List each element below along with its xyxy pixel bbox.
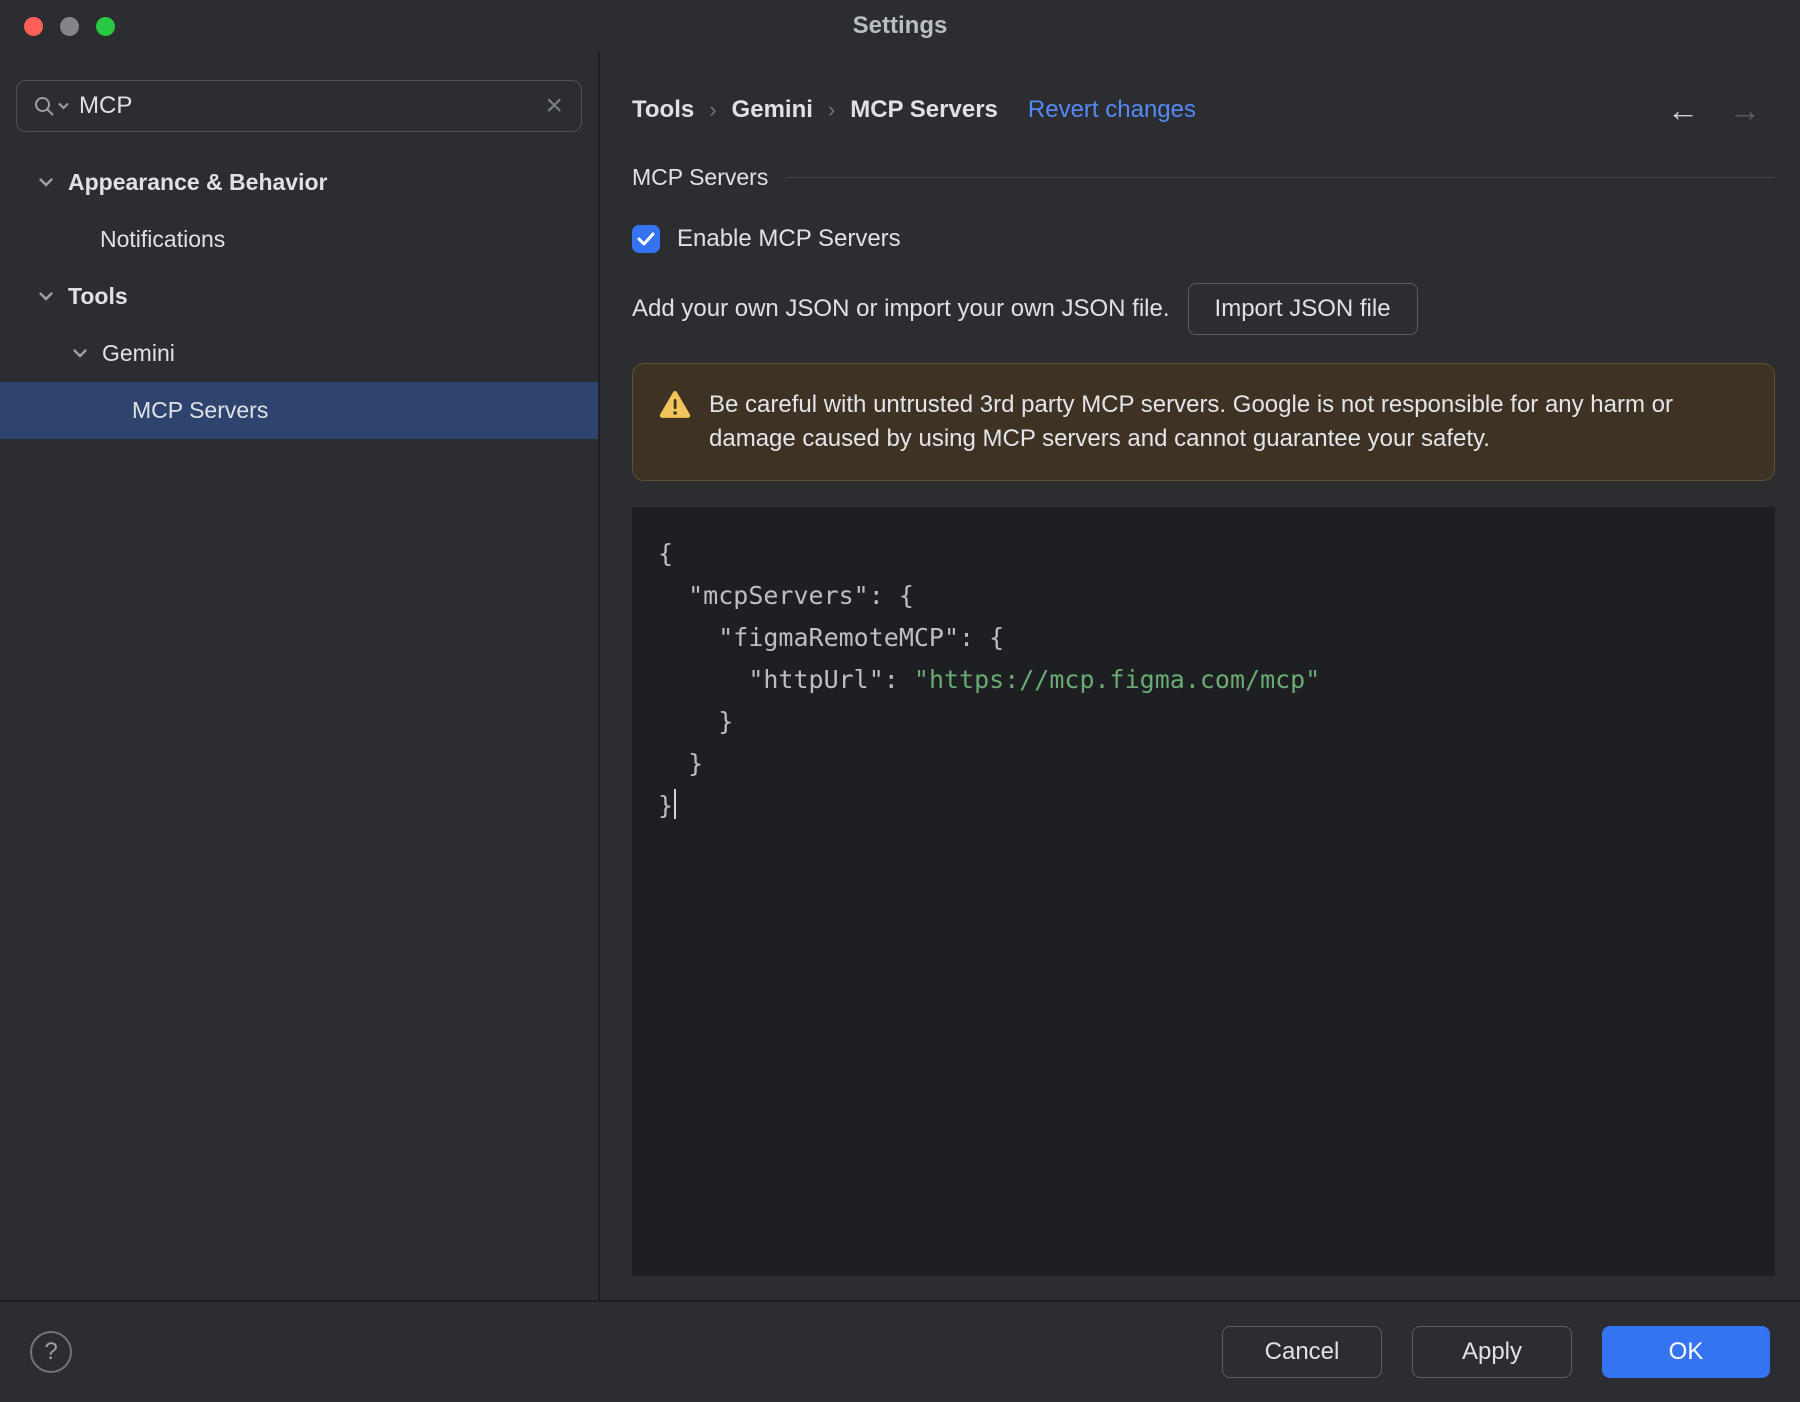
section-header: MCP Servers	[632, 164, 1775, 191]
search-input[interactable]	[77, 91, 534, 121]
minimize-window-icon[interactable]	[60, 16, 79, 36]
breadcrumb-separator: ›	[827, 97, 836, 122]
breadcrumb-gemini[interactable]: Gemini	[732, 96, 813, 124]
settings-tree: Appearance & Behavior Notifications Tool…	[0, 154, 598, 439]
apply-button[interactable]: Apply	[1412, 1326, 1572, 1378]
sidebar-item-label: Notifications	[100, 226, 226, 252]
breadcrumb-separator: ›	[709, 97, 717, 122]
clear-search-icon[interactable]: ×	[541, 91, 567, 121]
title-bar: Settings	[0, 0, 1800, 52]
warning-triangle-icon	[659, 390, 691, 424]
breadcrumb: Tools › Gemini › MCP Servers Revert chan…	[632, 94, 1775, 126]
json-editor-content: { "mcpServers": { "figmaRemoteMCP": { "h…	[658, 539, 1321, 820]
sidebar-item-gemini[interactable]: Gemini	[0, 325, 598, 382]
breadcrumb-mcp-servers: MCP Servers	[850, 96, 998, 123]
help-question-icon: ?	[44, 1338, 58, 1365]
settings-search-box[interactable]: ×	[16, 80, 582, 132]
close-window-icon[interactable]	[24, 16, 43, 36]
footer-bar: ? Cancel Apply OK	[0, 1300, 1800, 1402]
add-json-text: Add your own JSON or import your own JSO…	[632, 295, 1170, 322]
enable-mcp-row: Enable MCP Servers	[632, 225, 1775, 253]
sidebar-item-appearance-behavior[interactable]: Appearance & Behavior	[0, 154, 598, 211]
warning-text: Be careful with untrusted 3rd party MCP …	[709, 391, 1673, 452]
enable-mcp-label[interactable]: Enable MCP Servers	[677, 225, 901, 253]
zoom-window-icon[interactable]	[96, 16, 115, 36]
forward-arrow-icon[interactable]: →	[1729, 94, 1761, 126]
json-editor[interactable]: { "mcpServers": { "figmaRemoteMCP": { "h…	[632, 507, 1775, 1276]
body: × Appearance & Behavior Notifications To	[0, 52, 1800, 1300]
settings-window: Settings ×	[0, 0, 1800, 1402]
section-title: MCP Servers	[632, 164, 769, 190]
chevron-down-icon[interactable]	[38, 177, 54, 188]
mcp-servers-panel: Tools › Gemini › MCP Servers Revert chan…	[600, 52, 1800, 1300]
sidebar-item-label: Tools	[68, 283, 128, 309]
back-arrow-icon[interactable]: ←	[1667, 94, 1699, 126]
sidebar-item-label: Gemini	[102, 340, 175, 366]
window-title: Settings	[852, 12, 948, 39]
text-cursor	[674, 789, 677, 819]
import-json-button[interactable]: Import JSON file	[1187, 283, 1418, 335]
window-controls	[24, 0, 115, 52]
sidebar-item-notifications[interactable]: Notifications	[0, 211, 598, 268]
breadcrumb-tools[interactable]: Tools	[632, 96, 694, 124]
cancel-button[interactable]: Cancel	[1222, 1326, 1382, 1378]
section-divider	[786, 177, 1775, 178]
check-icon	[637, 232, 655, 246]
sidebar-item-label: Appearance & Behavior	[68, 169, 328, 195]
history-nav: ← →	[1667, 94, 1775, 126]
warning-banner: Be careful with untrusted 3rd party MCP …	[632, 363, 1775, 481]
sidebar-item-tools[interactable]: Tools	[0, 268, 598, 325]
chevron-down-icon[interactable]	[72, 348, 88, 359]
ok-button[interactable]: OK	[1602, 1326, 1770, 1378]
add-json-row: Add your own JSON or import your own JSO…	[632, 283, 1775, 335]
chevron-down-icon[interactable]	[38, 291, 54, 302]
search-icon	[33, 95, 69, 117]
sidebar-item-mcp-servers[interactable]: MCP Servers	[0, 382, 598, 439]
revert-changes-link[interactable]: Revert changes	[1028, 96, 1196, 124]
enable-mcp-checkbox[interactable]	[632, 225, 660, 253]
settings-sidebar: × Appearance & Behavior Notifications To	[0, 52, 600, 1300]
sidebar-item-label: MCP Servers	[132, 397, 269, 423]
help-button[interactable]: ?	[30, 1331, 72, 1373]
search-history-chevron-icon	[58, 103, 69, 110]
